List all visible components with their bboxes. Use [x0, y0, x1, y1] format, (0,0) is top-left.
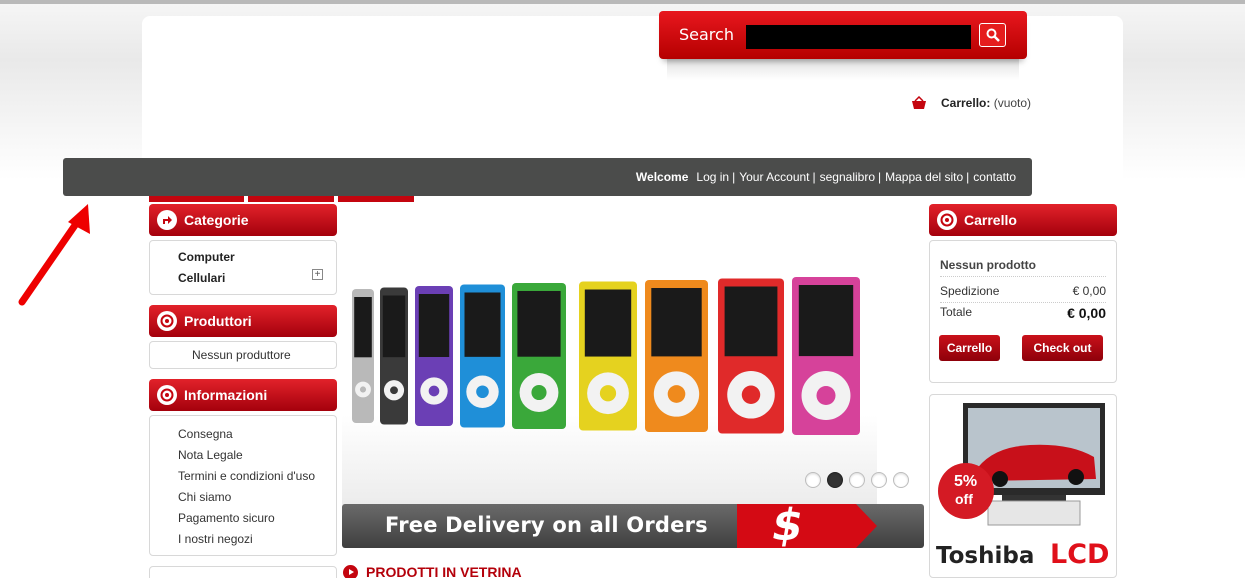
info-title-text: Informazioni	[184, 387, 268, 403]
login-link[interactable]: Log in	[696, 170, 729, 184]
search-icon	[986, 28, 1000, 42]
featured-title: PRODOTTI IN VETRINA	[343, 564, 522, 578]
ipod-item	[415, 286, 453, 426]
shipping-label: Spedizione	[940, 284, 1000, 298]
slider-dot[interactable]	[849, 472, 865, 488]
free-delivery-banner[interactable]: Free Delivery on all Orders $	[342, 504, 924, 548]
info-item-negozi[interactable]: I nostri negozi	[178, 532, 253, 546]
target-icon	[157, 385, 177, 405]
ipod-item	[579, 281, 637, 431]
separator: |	[966, 170, 970, 184]
separator: |	[878, 170, 882, 184]
search-shadow	[667, 58, 1019, 80]
info-title: Informazioni	[149, 379, 337, 411]
welcome-text: Welcome	[635, 170, 689, 184]
ipod-item	[512, 283, 566, 429]
ipod-item	[792, 277, 860, 435]
ipod-item	[645, 280, 708, 432]
ad-brand: Toshiba	[936, 543, 1035, 569]
toshiba-ad[interactable]: 5% off Toshiba LCD	[929, 394, 1117, 578]
manufacturers-empty: Nessun produttore	[192, 348, 291, 362]
ad-product: LCD	[1050, 539, 1110, 570]
info-item-chi-siamo[interactable]: Chi siamo	[178, 490, 231, 504]
header-cart-value: (vuoto)	[993, 96, 1032, 110]
categories-icon	[157, 210, 177, 230]
cart-total-row: Totale € 0,00	[940, 305, 1106, 321]
manufacturers-title-text: Produttori	[184, 313, 252, 329]
badge-percent: 5%	[954, 473, 978, 490]
info-item-termini[interactable]: Termini e condizioni d'uso	[178, 469, 315, 483]
sitemap-link[interactable]: Mappa del sito	[885, 170, 963, 184]
welcome-links: Welcome Log in | Your Account | segnalib…	[636, 170, 1016, 184]
manufacturers-body: Nessun produttore	[149, 341, 337, 369]
bookmark-link[interactable]: segnalibro	[820, 170, 875, 184]
your-account-link[interactable]: Your Account	[739, 170, 809, 184]
slider-dot[interactable]	[805, 472, 821, 488]
expand-icon[interactable]: +	[312, 269, 323, 280]
search-input[interactable]	[746, 25, 971, 49]
ipod-item	[718, 278, 784, 434]
cart-block-title-text: Carrello	[964, 212, 1017, 228]
menu-tab[interactable]	[248, 196, 334, 202]
next-block	[149, 566, 337, 578]
info-item-pagamento[interactable]: Pagamento sicuro	[178, 511, 275, 525]
search-box: Search	[659, 11, 1027, 59]
banner-red-shape	[737, 504, 877, 548]
slider-dot-active[interactable]	[827, 472, 843, 488]
target-icon	[157, 311, 177, 331]
slider-dots	[805, 472, 909, 488]
badge-off: off	[955, 491, 973, 507]
header-cart-label: Carrello:	[941, 96, 991, 110]
cart-block-title: Carrello	[929, 204, 1117, 236]
info-item-consegna[interactable]: Consegna	[178, 427, 233, 441]
ipod-item	[460, 284, 505, 428]
ipod-slide-image	[352, 277, 860, 435]
manufacturers-title: Produttori	[149, 305, 337, 337]
cart-empty-row: Nessun prodotto	[940, 258, 1106, 277]
target-icon	[937, 210, 957, 230]
menu-tab[interactable]	[149, 196, 244, 202]
total-label: Totale	[940, 305, 973, 319]
categories-title-text: Categorie	[184, 212, 249, 228]
info-item-nota-legale[interactable]: Nota Legale	[178, 448, 243, 462]
welcome-bar: Welcome Log in | Your Account | segnalib…	[63, 158, 1032, 196]
annotation-arrow-left	[18, 204, 90, 306]
header-cart[interactable]: Carrello: (vuoto)	[911, 96, 1031, 110]
ipod-item	[380, 287, 408, 425]
slider-dot[interactable]	[893, 472, 909, 488]
cart-shipping-row: Spedizione € 0,00	[940, 284, 1106, 303]
info-body: Consegna Nota Legale Termini e condizion…	[149, 415, 337, 556]
play-icon	[343, 564, 358, 578]
search-button[interactable]	[979, 23, 1006, 47]
separator: |	[732, 170, 736, 184]
search-label: Search	[679, 25, 734, 44]
cart-no-product: Nessun prodotto	[940, 258, 1036, 272]
contact-link[interactable]: contatto	[973, 170, 1016, 184]
slider-dot[interactable]	[871, 472, 887, 488]
ipod-item	[352, 289, 374, 423]
total-value: € 0,00	[1067, 305, 1106, 321]
shipping-value: € 0,00	[1072, 284, 1106, 298]
category-item-cellulari[interactable]: Cellulari	[178, 271, 225, 285]
browser-top-line	[0, 0, 1245, 4]
categories-title: Categorie	[149, 204, 337, 236]
basket-icon	[912, 96, 926, 109]
category-item-computer[interactable]: Computer	[178, 250, 235, 264]
cart-block-body: Nessun prodotto Spedizione € 0,00 Totale…	[929, 240, 1117, 383]
checkout-button[interactable]: Check out	[1022, 335, 1103, 361]
separator: |	[812, 170, 816, 184]
featured-title-text: PRODOTTI IN VETRINA	[366, 564, 522, 578]
banner-text: Free Delivery on all Orders	[385, 513, 708, 537]
categories-body: Computer Cellulari +	[149, 240, 337, 295]
cart-button[interactable]: Carrello	[939, 335, 1000, 361]
